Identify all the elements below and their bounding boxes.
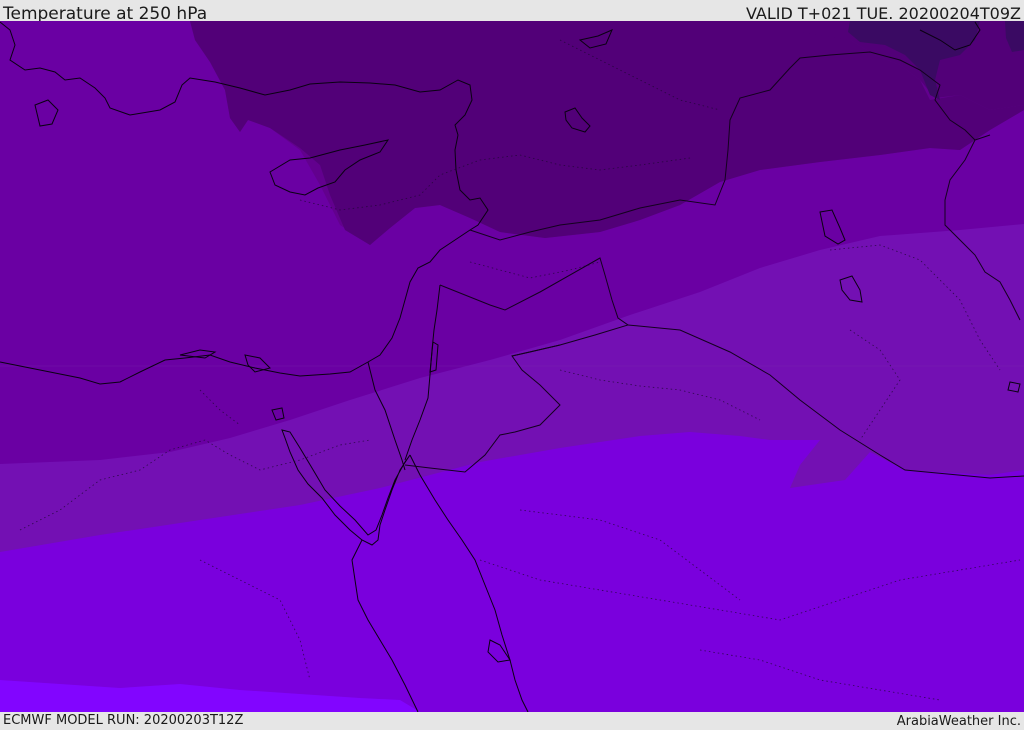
map-canvas[interactable] (0, 21, 1024, 712)
credit-label: ArabiaWeather Inc. (896, 714, 1021, 729)
temperature-map (0, 21, 1024, 712)
header-bar: Temperature at 250 hPa VALID T+021 TUE. … (0, 0, 1024, 24)
model-run-label: ECMWF MODEL RUN: 20200203T12Z (3, 713, 244, 728)
footer-bar: ECMWF MODEL RUN: 20200203T12Z ArabiaWeat… (0, 712, 1024, 729)
